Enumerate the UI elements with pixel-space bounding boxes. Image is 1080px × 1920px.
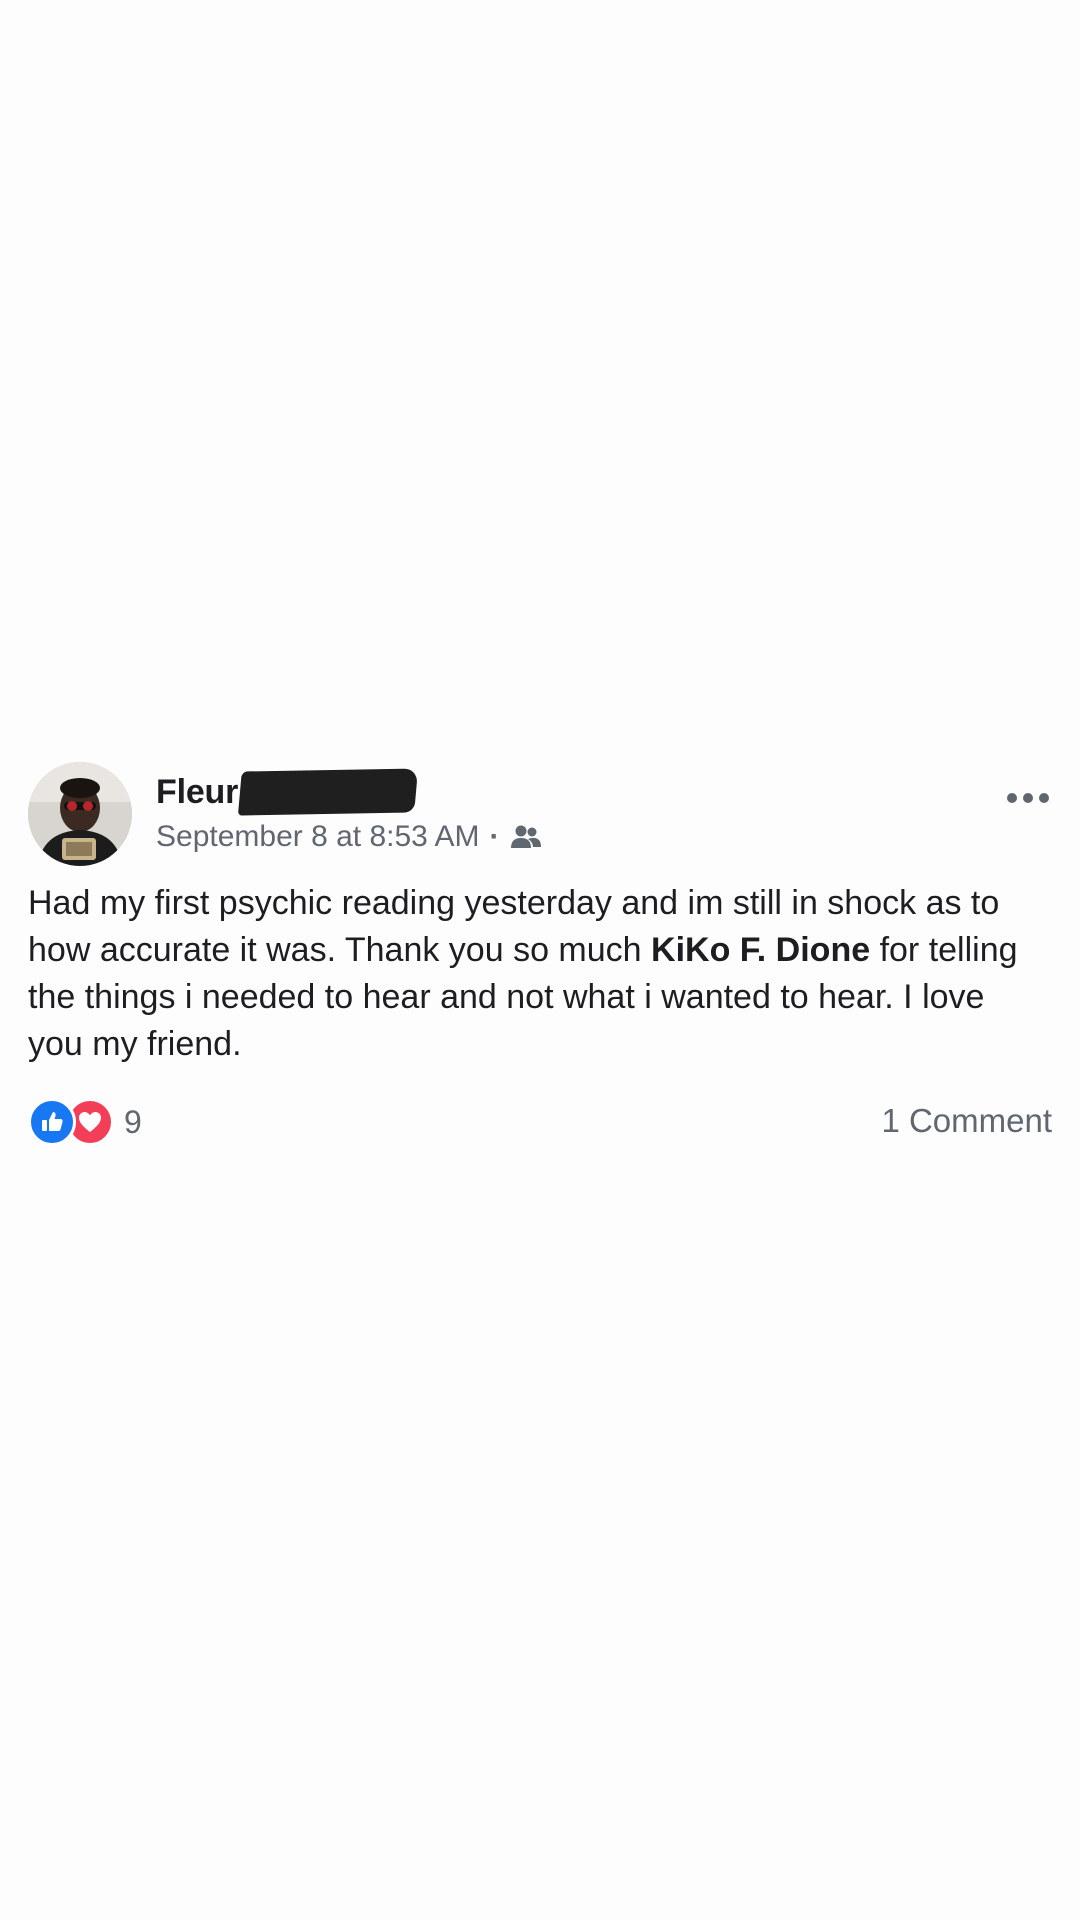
more-options-button[interactable] [1004, 780, 1052, 816]
like-icon [28, 1098, 76, 1146]
post-body-text: Had my first psychic reading yesterday a… [28, 880, 1038, 1068]
meta-separator: · [489, 820, 500, 853]
author-avatar[interactable] [28, 762, 132, 866]
reactions-summary[interactable]: 9 [28, 1098, 142, 1146]
comment-count-link[interactable]: 1 Comment [881, 1102, 1052, 1140]
author-name-row: Fleur [156, 768, 419, 816]
friends-icon[interactable] [510, 824, 542, 850]
post-header: Fleur September 8 at 8:53 AM · [28, 762, 1052, 872]
post-card: Fleur September 8 at 8:53 AM · Had my fi… [28, 762, 1052, 1148]
avatar-photo [28, 762, 132, 866]
mention-link[interactable]: KiKo F. Dione [651, 931, 870, 969]
name-redaction-mark [238, 768, 419, 816]
reaction-count: 9 [124, 1103, 142, 1140]
more-options-icon [1007, 793, 1049, 803]
author-name[interactable]: Fleur [156, 773, 238, 812]
post-meta: September 8 at 8:53 AM · [156, 820, 542, 854]
post-timestamp[interactable]: September 8 at 8:53 AM [156, 820, 480, 854]
engagement-row: 9 1 Comment [28, 1098, 1052, 1148]
